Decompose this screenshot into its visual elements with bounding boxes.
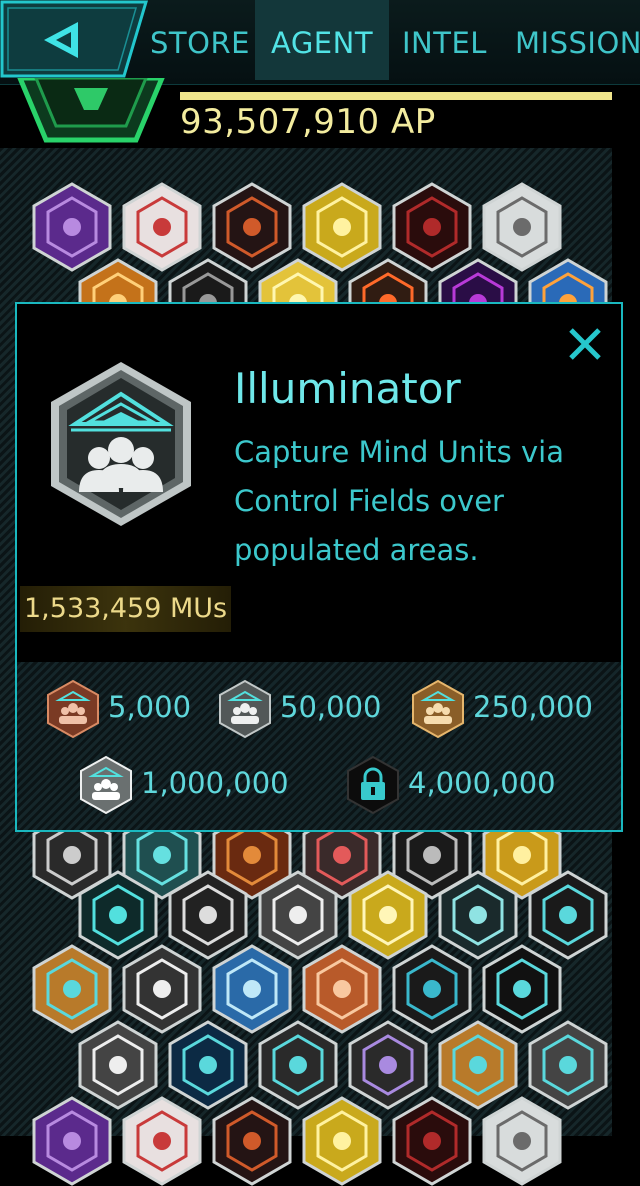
lock-icon (347, 756, 399, 814)
agent-level-emblem[interactable] (14, 75, 168, 148)
medal-title: Illuminator (234, 364, 461, 413)
gold-tier-icon (412, 680, 464, 738)
top-nav-bar: STORE AGENT INTEL MISSION (0, 0, 640, 85)
medal-badge[interactable] (122, 1096, 202, 1186)
tier-bronze-threshold: 5,000 (108, 690, 192, 724)
platinum-tier-icon (80, 756, 132, 814)
tab-mission[interactable]: MISSION (515, 0, 640, 80)
tier-onyx-threshold: 4,000,000 (408, 766, 556, 800)
tier-platinum-threshold: 1,000,000 (141, 766, 289, 800)
silver-tier-icon (219, 680, 271, 738)
medal-detail-popup: Illuminator Capture Mind Units via Contr… (15, 302, 623, 832)
illuminator-medal-icon (49, 360, 193, 528)
bronze-tier-icon (47, 680, 99, 738)
tier-silver-threshold: 50,000 (280, 690, 382, 724)
tab-intel[interactable]: INTEL (402, 0, 487, 80)
medal-description: Capture Mind Units via Control Fields ov… (234, 435, 564, 567)
medal-badge[interactable] (482, 1096, 562, 1186)
tab-agent[interactable]: AGENT (255, 0, 390, 80)
medal-progress-value: 1,533,459 MUs (20, 586, 232, 632)
medal-badge[interactable] (32, 1096, 112, 1186)
tab-store[interactable]: STORE (150, 0, 250, 80)
ap-total: 93,507,910 AP (180, 102, 436, 142)
medal-badge[interactable] (212, 1096, 292, 1186)
close-button[interactable] (567, 326, 603, 362)
back-button[interactable] (0, 0, 150, 80)
tier-gold-threshold: 250,000 (473, 690, 593, 724)
close-icon (569, 328, 601, 360)
level-progress-bar (180, 92, 612, 100)
medal-badge[interactable] (302, 1096, 382, 1186)
medal-badge[interactable] (392, 1096, 472, 1186)
